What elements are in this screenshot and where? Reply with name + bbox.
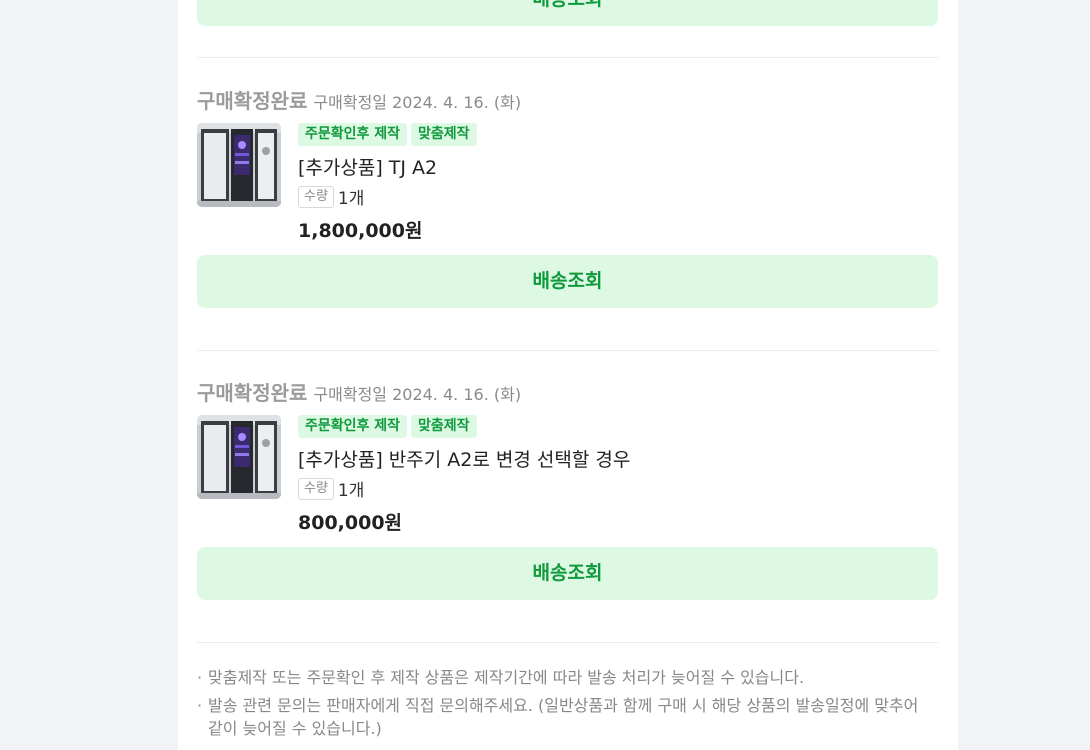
product-price: 800,000원 xyxy=(298,512,403,534)
order-item: 구매확정완료 구매확정일 2024. 4. 16. (화) 주문확인후 제작 맞춤제… xyxy=(197,85,938,308)
order-header: 구매확정완료 구매확정일 2024. 4. 16. (화) xyxy=(197,85,522,113)
quantity-value: 1개 xyxy=(337,481,365,501)
notice-text: 맞춤제작 또는 주문확인 후 제작 상품은 제작기간에 따라 발송 처리가 늦어… xyxy=(208,668,805,687)
order-item: 구매확정완료 구매확정일 2024. 4. 16. (화) 주문확인후 제작 맞춤제… xyxy=(197,377,938,600)
delivery-tracking-button[interactable]: 배송조회 xyxy=(197,255,938,308)
quantity-label: 수량 xyxy=(298,185,334,208)
notice-text: 발송 관련 문의는 판매자에게 직접 문의해주세요. (일반상품과 함께 구매 … xyxy=(208,696,919,738)
product-cabinet-image xyxy=(197,123,281,207)
bullet-icon: · xyxy=(197,696,203,715)
product-tags: 주문확인후 제작 맞춤제작 xyxy=(298,123,481,146)
product-price: 1,800,000원 xyxy=(298,220,423,242)
product-tags: 주문확인후 제작 맞춤제작 xyxy=(298,415,481,438)
product-thumbnail[interactable] xyxy=(197,123,281,207)
delivery-tracking-button[interactable]: 배송조회 xyxy=(197,0,938,26)
order-header: 구매확정완료 구매확정일 2024. 4. 16. (화) xyxy=(197,377,522,405)
quantity-value: 1개 xyxy=(337,189,365,209)
bullet-icon: · xyxy=(197,668,203,687)
confirm-date: 구매확정일 2024. 4. 16. (화) xyxy=(313,93,522,112)
divider xyxy=(197,642,938,643)
tag-custom-made: 맞춤제작 xyxy=(411,123,477,146)
delivery-tracking-button[interactable]: 배송조회 xyxy=(197,547,938,600)
product-cabinet-image xyxy=(197,415,281,499)
tag-made-after-order: 주문확인후 제작 xyxy=(298,415,408,438)
tag-custom-made: 맞춤제작 xyxy=(411,415,477,438)
confirm-date: 구매확정일 2024. 4. 16. (화) xyxy=(313,385,522,404)
quantity-label: 수량 xyxy=(298,477,334,500)
tag-made-after-order: 주문확인후 제작 xyxy=(298,123,408,146)
divider xyxy=(197,57,938,58)
notice-item: · 발송 관련 문의는 판매자에게 직접 문의해주세요. (일반상품과 함께 구매… xyxy=(197,694,938,740)
notice-item: · 맞춤제작 또는 주문확인 후 제작 상품은 제작기간에 따라 발송 처리가 늦… xyxy=(197,666,938,689)
notice-list: · 맞춤제작 또는 주문확인 후 제작 상품은 제작기간에 따라 발송 처리가 늦… xyxy=(197,666,938,745)
divider xyxy=(197,350,938,351)
quantity-row: 수량 1개 xyxy=(298,476,364,501)
quantity-row: 수량 1개 xyxy=(298,184,364,209)
product-name[interactable]: [추가상품] TJ A2 xyxy=(298,153,437,180)
product-thumbnail[interactable] xyxy=(197,415,281,499)
product-name[interactable]: [추가상품] 반주기 A2로 변경 선택할 경우 xyxy=(298,445,630,472)
order-status: 구매확정완료 xyxy=(197,89,308,113)
order-detail-panel: 배송조회 구매확정완료구매확정일 2024. 4. 16. (화) xyxy=(178,0,958,750)
order-status: 구매확정완료 xyxy=(197,381,308,405)
